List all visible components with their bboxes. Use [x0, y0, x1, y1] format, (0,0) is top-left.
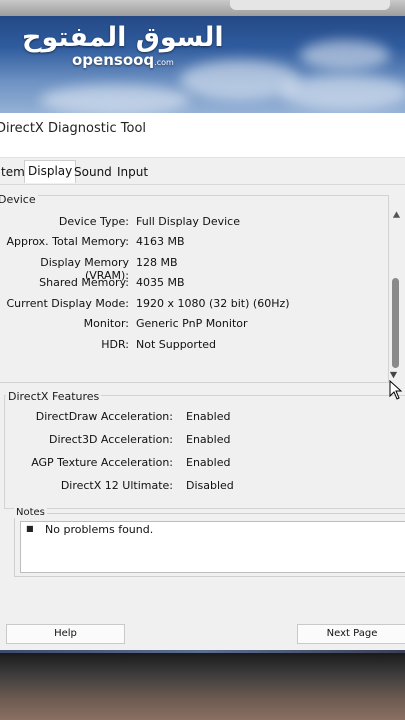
- notes-label: Notes: [14, 507, 47, 518]
- tab-strip: tem Display Sound Input: [0, 160, 405, 185]
- title-bar: DirectX Diagnostic Tool: [0, 113, 405, 158]
- dxdiag-window: DirectX Diagnostic Tool tem Display Soun…: [0, 113, 405, 653]
- directx-row-value: Enabled: [186, 433, 231, 446]
- watermark-arabic: السوق المفتوح: [22, 22, 224, 53]
- device-row-label: Current Display Mode:: [6, 297, 129, 310]
- device-row-value: Full Display Device: [136, 215, 240, 228]
- directx-row-label: DirectX 12 Ultimate:: [60, 479, 173, 492]
- tab-input[interactable]: Input: [114, 162, 151, 182]
- watermark-latin: opensooq.com: [72, 51, 174, 69]
- notes-textarea[interactable]: ■ No problems found.: [20, 521, 405, 573]
- window-title: DirectX Diagnostic Tool: [0, 121, 147, 136]
- directx-features-label: DirectX Features: [6, 390, 102, 403]
- device-row-value: 4163 MB: [136, 235, 185, 248]
- device-row-value: Not Supported: [136, 338, 217, 351]
- bullet-icon: ■: [26, 524, 34, 533]
- device-row-value: 1920 x 1080 (32 bit) (60Hz): [136, 297, 290, 310]
- directx-row-value: Enabled: [186, 410, 231, 423]
- opensooq-watermark: السوق المفتوح opensooq.com: [22, 22, 224, 69]
- scroll-up-arrow-icon[interactable]: [392, 209, 401, 221]
- next-page-button[interactable]: Next Page: [297, 624, 405, 644]
- tab-sound[interactable]: Sound: [71, 162, 115, 182]
- device-bezel: [0, 0, 405, 16]
- note-item: No problems found.: [45, 523, 154, 536]
- directx-row-value: Disabled: [186, 479, 234, 492]
- device-row-value: Generic PnP Monitor: [136, 317, 248, 330]
- device-row-label: HDR:: [101, 338, 129, 351]
- directx-row-label: AGP Texture Acceleration:: [31, 456, 173, 469]
- mouse-pointer-icon: [389, 380, 403, 400]
- device-row-label: Shared Memory:: [39, 276, 129, 289]
- directx-row-label: Direct3D Acceleration:: [49, 433, 173, 446]
- device-row-label: Monitor:: [83, 317, 129, 330]
- directx-row-label: DirectDraw Acceleration:: [35, 410, 173, 423]
- desk-surface: [0, 653, 405, 720]
- scrollbar-thumb[interactable]: [392, 278, 399, 368]
- device-row-value: 4035 MB: [136, 276, 185, 289]
- tab-display[interactable]: Display: [24, 160, 77, 183]
- directx-row-value: Enabled: [186, 456, 231, 469]
- device-row-label: Approx. Total Memory:: [6, 235, 130, 248]
- help-button[interactable]: Help: [6, 624, 125, 644]
- device-row-label: Device Type:: [58, 215, 129, 228]
- device-group-label: Device: [0, 193, 38, 206]
- device-row-value: 128 MB: [136, 256, 178, 269]
- scroll-down-arrow-icon[interactable]: [389, 371, 398, 380]
